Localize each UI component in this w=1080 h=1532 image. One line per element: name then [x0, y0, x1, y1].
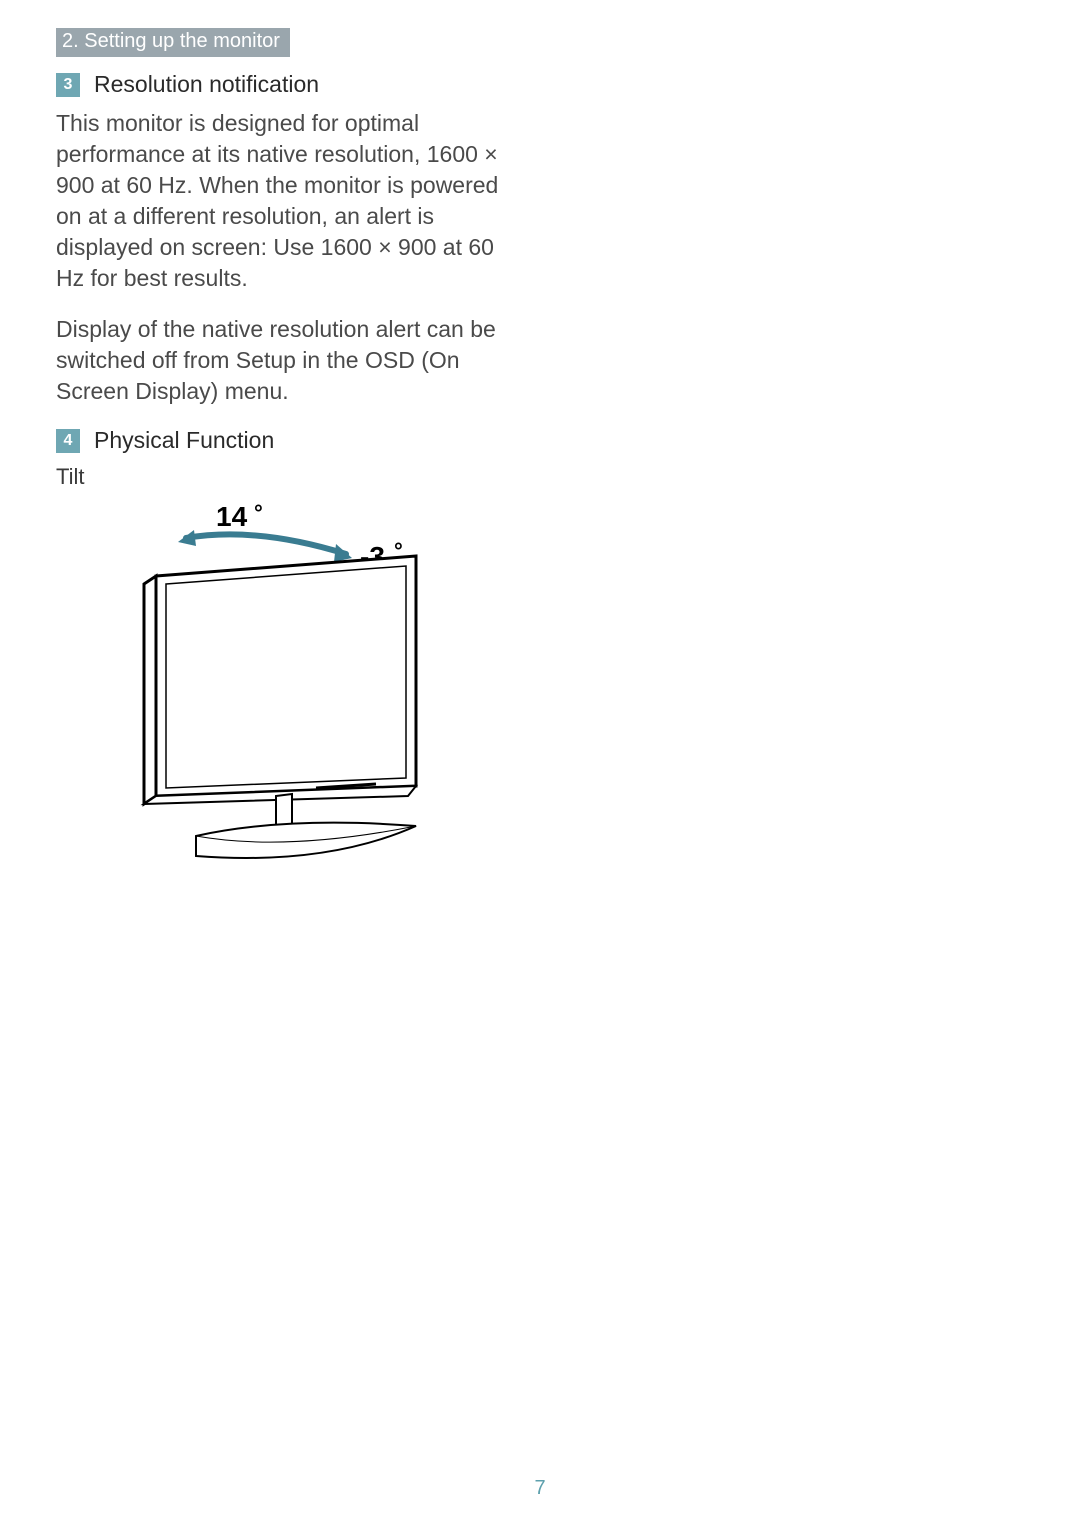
manual-page: 2. Setting up the monitor 3 Resolution n…	[0, 0, 1080, 1532]
monitor-screen	[156, 556, 416, 796]
badge-3: 3	[56, 73, 80, 97]
tilt-diagram: 14 ° -3 °	[116, 496, 1024, 881]
section-4-title: Physical Function	[94, 427, 274, 454]
section-3-heading: 3 Resolution notification	[56, 71, 1024, 98]
section-3-paragraph-2: Display of the native resolution alert c…	[56, 314, 526, 407]
badge-4: 4	[56, 429, 80, 453]
tilt-back-angle: 14	[216, 501, 248, 532]
section-4-heading: 4 Physical Function	[56, 427, 1024, 454]
tilt-label: Tilt	[56, 464, 1024, 490]
section-3-title: Resolution notification	[94, 71, 319, 98]
monitor-tilt-illustration: 14 ° -3 °	[116, 496, 476, 876]
section-header: 2. Setting up the monitor	[56, 28, 290, 57]
svg-text:°: °	[254, 500, 263, 525]
section-3-paragraph-1: This monitor is designed for optimal per…	[56, 108, 526, 294]
page-number: 7	[0, 1477, 1080, 1500]
